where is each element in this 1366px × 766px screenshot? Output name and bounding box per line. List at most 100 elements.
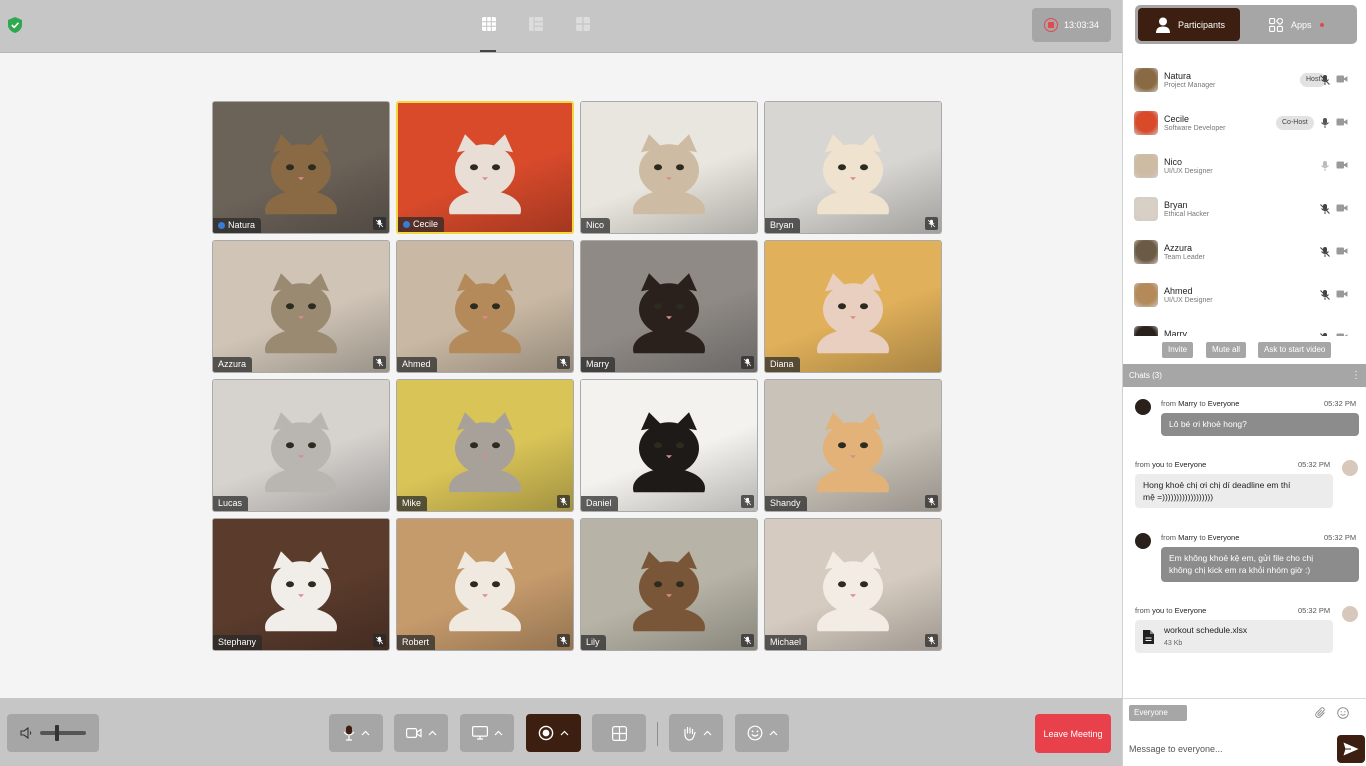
chevron-up-icon[interactable] bbox=[361, 730, 370, 736]
paperclip-icon[interactable] bbox=[1315, 707, 1327, 719]
avatar bbox=[1135, 399, 1151, 415]
side-panel: Participants Apps Natura Project Manager H… bbox=[1122, 0, 1366, 766]
video-tile[interactable]: Cecile bbox=[396, 101, 574, 234]
tiles-layout-icon[interactable] bbox=[575, 16, 591, 32]
monitor-icon bbox=[471, 726, 488, 740]
participant-row[interactable]: Natura Project Manager Host bbox=[1123, 62, 1366, 105]
video-tile[interactable]: Robert bbox=[396, 518, 574, 651]
file-attachment[interactable]: workout schedule.xlsx 43 Kb bbox=[1135, 620, 1333, 653]
cat-video-feed bbox=[633, 411, 705, 492]
video-camera-icon bbox=[405, 728, 422, 739]
participant-row[interactable]: Cecile Software Developer Co-Host bbox=[1123, 105, 1366, 148]
send-icon bbox=[1343, 742, 1359, 756]
video-tile[interactable]: Natura bbox=[212, 101, 390, 234]
participant-mic-toggle[interactable] bbox=[1319, 331, 1331, 336]
participant-mic-toggle[interactable] bbox=[1319, 202, 1331, 214]
participant-row[interactable]: Bryan Ethical Hacker bbox=[1123, 191, 1366, 234]
participant-mic-toggle[interactable] bbox=[1319, 288, 1331, 300]
video-tile[interactable]: Ahmed bbox=[396, 240, 574, 373]
mic-icon[interactable] bbox=[1319, 160, 1331, 172]
video-grid: Natura Cecile Nico Bryan Azzura Ahmed Marry Dia… bbox=[212, 101, 942, 651]
video-camera-icon[interactable] bbox=[1336, 74, 1348, 84]
participant-name-tag: Lucas bbox=[213, 496, 249, 511]
participant-mic-toggle[interactable] bbox=[1319, 245, 1331, 257]
video-tile[interactable]: Diana bbox=[764, 240, 942, 373]
layout-button[interactable] bbox=[592, 714, 646, 752]
participant-row[interactable]: Ahmed UI/UX Designer bbox=[1123, 277, 1366, 320]
participant-name-tag: Shandy bbox=[765, 496, 807, 511]
recipient-select[interactable]: Everyone bbox=[1129, 705, 1187, 721]
cat-video-feed bbox=[449, 133, 521, 214]
video-tile[interactable]: Shandy bbox=[764, 379, 942, 512]
record-button[interactable] bbox=[526, 714, 581, 752]
leave-meeting-button[interactable]: Leave Meeting bbox=[1035, 714, 1111, 753]
participant-mic-toggle[interactable] bbox=[1319, 159, 1331, 171]
recording-indicator[interactable]: 13:03:34 bbox=[1032, 8, 1111, 42]
raise-hand-button[interactable] bbox=[669, 714, 723, 752]
muted-badge bbox=[741, 634, 754, 647]
video-camera-icon[interactable] bbox=[1336, 160, 1348, 170]
reactions-button[interactable] bbox=[735, 714, 789, 752]
video-camera-icon[interactable] bbox=[1336, 246, 1348, 256]
muted-badge bbox=[925, 495, 938, 508]
message-input[interactable] bbox=[1129, 739, 1329, 759]
video-camera-icon[interactable] bbox=[1336, 289, 1348, 299]
mic-off-icon bbox=[743, 497, 752, 506]
volume-slider[interactable] bbox=[40, 725, 86, 741]
cat-video-feed bbox=[265, 133, 337, 214]
camera-button[interactable] bbox=[394, 714, 448, 752]
microphone-button[interactable] bbox=[329, 714, 383, 752]
volume-control[interactable] bbox=[7, 714, 99, 752]
mic-off-icon bbox=[559, 497, 568, 506]
avatar bbox=[1342, 606, 1358, 622]
volume-slider-handle[interactable] bbox=[55, 725, 59, 741]
screen-share-button[interactable] bbox=[460, 714, 514, 752]
emoji-icon[interactable] bbox=[1337, 707, 1349, 719]
tab-participants[interactable]: Participants bbox=[1138, 8, 1240, 41]
chevron-up-icon[interactable] bbox=[703, 730, 712, 736]
participant-mic-toggle[interactable] bbox=[1319, 73, 1331, 85]
tab-apps[interactable]: Apps bbox=[1255, 8, 1355, 41]
video-tile[interactable]: Daniel bbox=[580, 379, 758, 512]
participant-name: Lucas bbox=[218, 498, 243, 508]
chevron-up-icon[interactable] bbox=[494, 730, 503, 736]
video-camera-icon[interactable] bbox=[1336, 332, 1348, 336]
participant-mic-toggle[interactable] bbox=[1319, 116, 1331, 128]
video-tile[interactable]: Nico bbox=[580, 101, 758, 234]
chevron-up-icon[interactable] bbox=[769, 730, 778, 736]
video-tile[interactable]: Lucas bbox=[212, 379, 390, 512]
video-tile[interactable]: Azzura bbox=[212, 240, 390, 373]
video-camera-icon[interactable] bbox=[1336, 203, 1348, 213]
participant-role: Software Developer bbox=[1164, 125, 1226, 132]
grid-layout-icon[interactable] bbox=[481, 16, 497, 32]
video-tile[interactable]: Stephany bbox=[212, 518, 390, 651]
video-tile[interactable]: Michael bbox=[764, 518, 942, 651]
participant-name: Nico bbox=[586, 220, 605, 230]
recording-time: 13:03:34 bbox=[1064, 20, 1100, 30]
mute-all-button[interactable]: Mute all bbox=[1206, 342, 1247, 358]
speaker-icon bbox=[20, 726, 32, 740]
file-size: 43 Kb bbox=[1164, 639, 1183, 647]
send-button[interactable] bbox=[1337, 735, 1365, 763]
more-options-icon[interactable]: ⋮ bbox=[1351, 364, 1361, 387]
participant-row[interactable]: Nico UI/UX Designer bbox=[1123, 148, 1366, 191]
chevron-up-icon[interactable] bbox=[560, 730, 569, 736]
participant-name-tag: Cecile bbox=[398, 217, 445, 232]
video-camera-icon[interactable] bbox=[1336, 117, 1348, 127]
participant-name: Diana bbox=[770, 359, 794, 369]
message-bubble: Lô bé ơi khoẻ hong? bbox=[1161, 413, 1359, 436]
sidebar-layout-icon[interactable] bbox=[528, 16, 544, 32]
participant-name-tag: Lily bbox=[581, 635, 606, 650]
ask-start-video-button[interactable]: Ask to start video bbox=[1258, 342, 1332, 358]
participant-row[interactable]: Marry bbox=[1123, 320, 1366, 336]
video-tile[interactable]: Lily bbox=[580, 518, 758, 651]
video-tile[interactable]: Marry bbox=[580, 240, 758, 373]
invite-button[interactable]: Invite bbox=[1162, 342, 1194, 358]
video-tile[interactable]: Bryan bbox=[764, 101, 942, 234]
video-tile[interactable]: Mike bbox=[396, 379, 574, 512]
participant-row[interactable]: Azzura Team Leader bbox=[1123, 234, 1366, 277]
mic-off-icon bbox=[1320, 247, 1330, 257]
mic-off-icon bbox=[559, 358, 568, 367]
chevron-up-icon[interactable] bbox=[428, 730, 437, 736]
mic-icon[interactable] bbox=[1319, 117, 1331, 129]
